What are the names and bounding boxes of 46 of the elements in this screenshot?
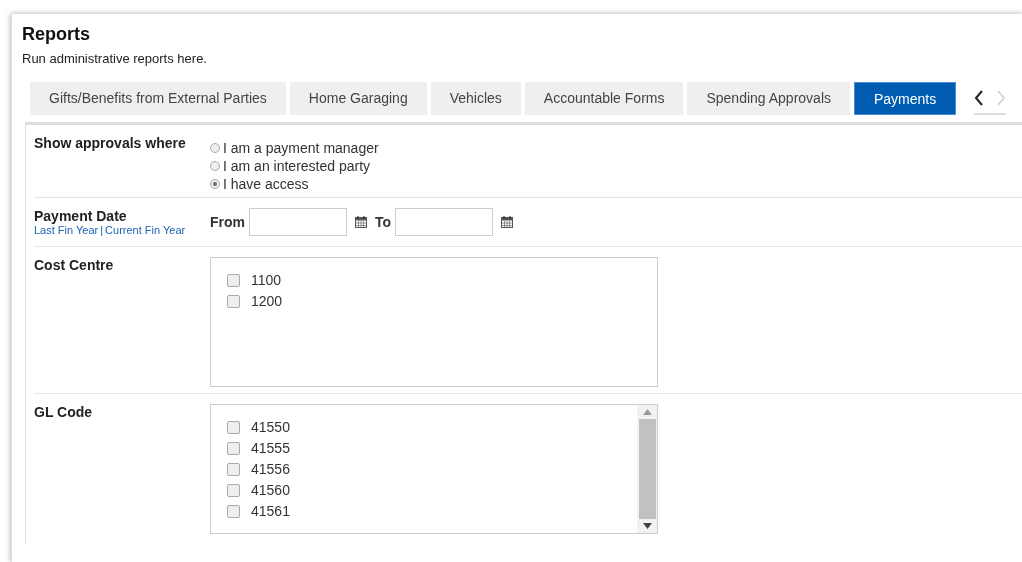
date-range-link[interactable]: Last Fin Year [34,224,99,236]
tab[interactable]: Payments [854,82,957,115]
checkbox[interactable] [227,273,240,287]
to-label: To [375,214,392,230]
tab[interactable]: Spending Approvals [687,82,850,115]
field-label: GL Code [34,404,94,422]
checkbox-label: 41556 [251,461,290,477]
from-date-field[interactable] [249,208,347,236]
checkbox-label: 41561 [251,503,290,519]
checkbox[interactable] [227,462,240,476]
field-label: Payment Date [34,208,128,224]
checkbox-label: 41560 [251,482,290,498]
chevron-right-icon[interactable] [996,89,1007,106]
date-range-link[interactable]: Current Fin Year [105,224,186,236]
checkbox[interactable] [227,483,240,497]
checkbox[interactable] [227,420,240,434]
radio-button[interactable] [210,179,220,189]
page-title: Reports [22,24,91,45]
calendar-icon[interactable] [501,216,514,228]
checkbox-label: 1100 [251,272,282,288]
field-label: Show approvals where [34,135,187,153]
radio-button[interactable] [210,143,220,153]
from-label: From [210,214,245,230]
field-label: Cost Centre [34,257,115,275]
to-date-field[interactable] [395,208,494,236]
tab[interactable]: Gifts/Benefits from External Parties [30,82,286,115]
checkbox-label: 1200 [251,293,283,309]
radio-button[interactable] [210,161,220,171]
link-separator: | [100,224,104,236]
scrollbar[interactable] [637,405,657,533]
calendar-icon[interactable] [355,216,367,228]
checkbox-label: 41550 [251,419,290,435]
chevron-left-icon[interactable] [974,89,985,106]
tab[interactable]: Home Garaging [289,82,427,115]
tab[interactable]: Vehicles [430,82,521,115]
radio-label: I am an interested party [223,158,371,174]
radio-label: I am a payment manager [223,140,379,156]
checkbox[interactable] [227,294,240,308]
scroll-down-icon[interactable] [642,523,652,529]
checkbox[interactable] [227,441,240,455]
radio-label: I have access [223,176,309,192]
checkbox[interactable] [227,504,240,518]
scroll-up-icon[interactable] [642,409,652,415]
checkbox-label: 41555 [251,440,290,456]
page-subtitle: Run administrative reports here. [22,51,208,66]
tab[interactable]: Accountable Forms [524,82,684,115]
